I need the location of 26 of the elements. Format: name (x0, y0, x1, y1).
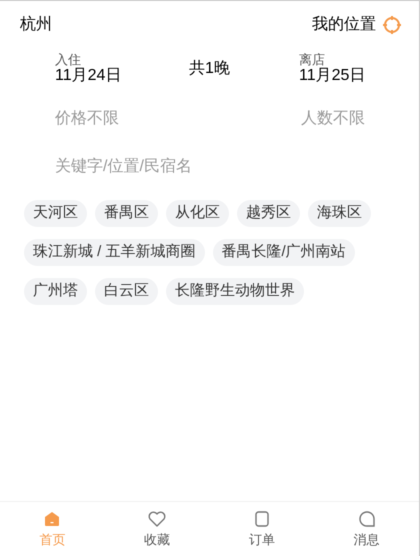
area-tag[interactable]: 番禺长隆/广州南站 (212, 239, 355, 266)
checkin-label: 入住 (55, 53, 82, 67)
checkin-date[interactable]: 11月24日 (55, 67, 175, 85)
area-tag[interactable]: 广州塔 (24, 278, 87, 305)
area-tag[interactable]: 从化区 (166, 200, 229, 227)
area-tag[interactable]: 白云区 (95, 278, 158, 305)
area-tag[interactable]: 越秀区 (237, 200, 300, 227)
tab-bar-item[interactable]: 消息 (314, 502, 419, 556)
area-tag[interactable]: 海珠区 (308, 200, 371, 227)
area-tag[interactable]: 番禺区 (95, 200, 158, 227)
checkout-label: 离店 (299, 53, 326, 67)
my-location-link[interactable]: 我的位置 (312, 14, 376, 36)
document-icon (254, 511, 269, 527)
area-tag[interactable]: 珠江新城 / 五羊新城商圈 (24, 239, 205, 266)
tab-bar-item[interactable]: 订单 (210, 502, 314, 556)
nights-count: 共1晚 (188, 58, 231, 79)
tab-bar-item[interactable]: 收藏 (104, 502, 210, 556)
area-tag[interactable]: 天河区 (24, 200, 87, 227)
city-name[interactable]: 杭州 (20, 14, 52, 36)
crosshair-icon[interactable] (382, 15, 402, 35)
home-icon (44, 511, 60, 527)
heart-icon (148, 511, 166, 527)
speech-bubble-icon (358, 511, 375, 527)
checkout-date[interactable]: 11月25日 (299, 67, 366, 85)
area-tag[interactable]: 长隆野生动物世界 (166, 278, 304, 305)
search-field[interactable]: 关键字/位置/民宿名 (55, 156, 355, 178)
